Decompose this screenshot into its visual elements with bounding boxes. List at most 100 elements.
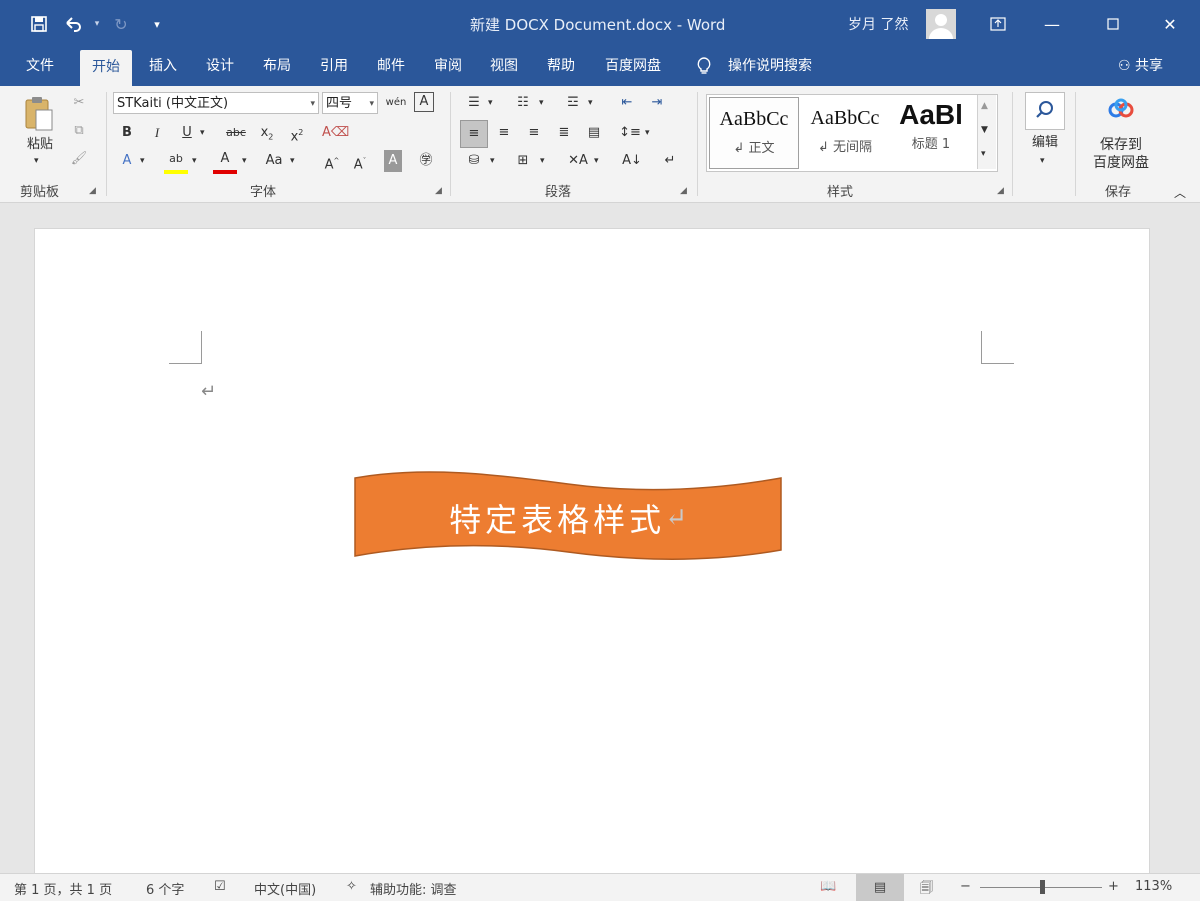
editing-label[interactable]: 编辑: [1026, 134, 1064, 152]
tab-design[interactable]: 设计: [206, 48, 234, 86]
customize-qat-icon[interactable]: ▾: [144, 10, 170, 38]
page-count[interactable]: 第 1 页，共 1 页: [14, 879, 112, 898]
web-layout-icon[interactable]: 🗐: [920, 879, 933, 901]
shrink-font-icon[interactable]: Aˇ: [348, 150, 372, 172]
user-name[interactable]: 岁月 了然: [848, 14, 908, 34]
collapse-ribbon-icon[interactable]: ︿: [1174, 184, 1186, 202]
styles-launcher-icon[interactable]: ◢: [997, 186, 1004, 196]
format-painter-icon[interactable]: 🖌: [67, 148, 91, 170]
font-name-dropdown-icon[interactable]: ▾: [310, 93, 315, 113]
tab-insert[interactable]: 插入: [149, 48, 177, 86]
ribbon-display-icon[interactable]: [978, 8, 1018, 40]
document-page[interactable]: ↵ 特定表格样式 ↵: [34, 228, 1150, 880]
minimize-icon[interactable]: —: [1032, 8, 1072, 40]
tab-view[interactable]: 视图: [490, 48, 518, 86]
text-effects-icon[interactable]: A: [115, 150, 139, 172]
subscript-icon[interactable]: x2: [255, 122, 279, 144]
multilevel-list-icon[interactable]: ☲: [561, 92, 585, 114]
highlight-dropdown-icon[interactable]: ▾: [192, 152, 197, 170]
style-no-spacing[interactable]: AaBbCc ↲ 无间隔: [801, 97, 889, 167]
italic-icon[interactable]: I: [145, 122, 169, 144]
tab-review[interactable]: 审阅: [434, 48, 462, 86]
style-normal[interactable]: AaBbCc ↲ 正文: [709, 97, 799, 169]
maximize-icon[interactable]: [1093, 8, 1133, 40]
decrease-indent-icon[interactable]: ⇤: [615, 92, 639, 114]
line-spacing-icon[interactable]: ↕≡: [618, 122, 642, 144]
style-heading-1[interactable]: AaBl 标题 1: [891, 97, 971, 167]
styles-scroll-up-icon[interactable]: ▲: [981, 97, 988, 115]
distributed-icon[interactable]: ▤: [582, 122, 606, 144]
bold-icon[interactable]: B: [115, 122, 139, 144]
multilevel-dropdown-icon[interactable]: ▾: [588, 94, 593, 112]
chinese-layout-dropdown-icon[interactable]: ▾: [594, 152, 599, 170]
grow-font-icon[interactable]: A^: [320, 150, 344, 172]
underline-icon[interactable]: U: [175, 122, 199, 144]
close-icon[interactable]: ✕: [1150, 8, 1190, 40]
search-icon[interactable]: [1025, 92, 1065, 130]
tab-mailings[interactable]: 邮件: [377, 48, 405, 86]
editing-dropdown-icon[interactable]: ▾: [1040, 152, 1045, 170]
character-shading-icon[interactable]: A: [384, 150, 402, 172]
text-effects-dropdown-icon[interactable]: ▾: [140, 152, 145, 170]
align-center-icon[interactable]: ≡: [492, 122, 516, 144]
numbering-icon[interactable]: ☷: [511, 92, 535, 114]
language-status[interactable]: 中文(中国): [254, 879, 316, 898]
paste-dropdown-icon[interactable]: ▾: [34, 152, 39, 170]
shading-dropdown-icon[interactable]: ▾: [490, 152, 495, 170]
tab-help[interactable]: 帮助: [547, 48, 575, 86]
font-name-combo[interactable]: STKaiti (中文正文) ▾: [113, 92, 319, 114]
bullets-icon[interactable]: ☰: [462, 92, 486, 114]
highlight-icon[interactable]: ab: [164, 148, 188, 174]
superscript-icon[interactable]: x2: [285, 122, 309, 144]
clear-formatting-icon[interactable]: A⌫: [322, 122, 349, 144]
chinese-layout-icon[interactable]: ✕A: [566, 150, 590, 172]
change-case-icon[interactable]: Aa: [262, 150, 286, 172]
shading-icon[interactable]: ⛁: [462, 150, 486, 172]
borders-dropdown-icon[interactable]: ▾: [540, 152, 545, 170]
tab-baidu-netdisk[interactable]: 百度网盘: [605, 48, 661, 86]
change-case-dropdown-icon[interactable]: ▾: [290, 152, 295, 170]
undo-dropdown-icon[interactable]: ▾: [84, 10, 110, 38]
line-spacing-dropdown-icon[interactable]: ▾: [645, 124, 650, 142]
sort-icon[interactable]: A↓: [620, 150, 644, 172]
save-to-baidu-button[interactable]: 保存到 百度网盘: [1086, 136, 1156, 172]
redo-icon[interactable]: ↻: [108, 10, 134, 38]
tab-file[interactable]: 文件: [26, 48, 54, 86]
borders-icon[interactable]: ⊞: [511, 150, 535, 172]
justify-icon[interactable]: ≣: [552, 122, 576, 144]
tell-me-search[interactable]: 操作说明搜索: [728, 48, 812, 86]
lightbulb-icon[interactable]: [696, 48, 712, 86]
tab-layout[interactable]: 布局: [263, 48, 291, 86]
accessibility-icon[interactable]: ✧: [346, 879, 357, 894]
character-border-icon[interactable]: A: [414, 92, 434, 112]
styles-scroll-down-icon[interactable]: ▼: [981, 121, 988, 139]
print-layout-icon[interactable]: ▤: [856, 874, 904, 901]
undo-icon[interactable]: [60, 10, 86, 38]
font-launcher-icon[interactable]: ◢: [435, 186, 442, 196]
baidu-netdisk-icon[interactable]: [1106, 98, 1136, 124]
font-size-combo[interactable]: 四号 ▾: [322, 92, 378, 114]
font-color-dropdown-icon[interactable]: ▾: [242, 152, 247, 170]
bullets-dropdown-icon[interactable]: ▾: [488, 94, 493, 112]
phonetic-guide-icon[interactable]: wén: [384, 92, 408, 114]
wave-banner-shape[interactable]: 特定表格样式 ↵: [353, 470, 783, 565]
strikethrough-icon[interactable]: abc: [224, 122, 248, 144]
numbering-dropdown-icon[interactable]: ▾: [539, 94, 544, 112]
zoom-slider-thumb[interactable]: [1040, 880, 1045, 894]
underline-dropdown-icon[interactable]: ▾: [200, 124, 205, 142]
align-left-icon[interactable]: ≡: [460, 120, 488, 148]
zoom-out-icon[interactable]: −: [960, 879, 971, 894]
cut-icon[interactable]: ✂: [67, 92, 91, 114]
accessibility-status[interactable]: 辅助功能: 调查: [370, 879, 457, 898]
align-right-icon[interactable]: ≡: [522, 122, 546, 144]
zoom-level[interactable]: 113%: [1135, 879, 1172, 894]
word-count[interactable]: 6 个字: [146, 879, 184, 898]
tab-home[interactable]: 开始: [80, 50, 132, 86]
zoom-in-icon[interactable]: +: [1108, 879, 1119, 894]
show-marks-icon[interactable]: ↵: [658, 150, 682, 172]
clipboard-launcher-icon[interactable]: ◢: [89, 186, 96, 196]
paragraph-launcher-icon[interactable]: ◢: [680, 186, 687, 196]
share-button[interactable]: ⚇ 共享: [1118, 48, 1163, 86]
font-size-dropdown-icon[interactable]: ▾: [369, 93, 374, 113]
proofing-icon[interactable]: ☑: [214, 879, 226, 894]
